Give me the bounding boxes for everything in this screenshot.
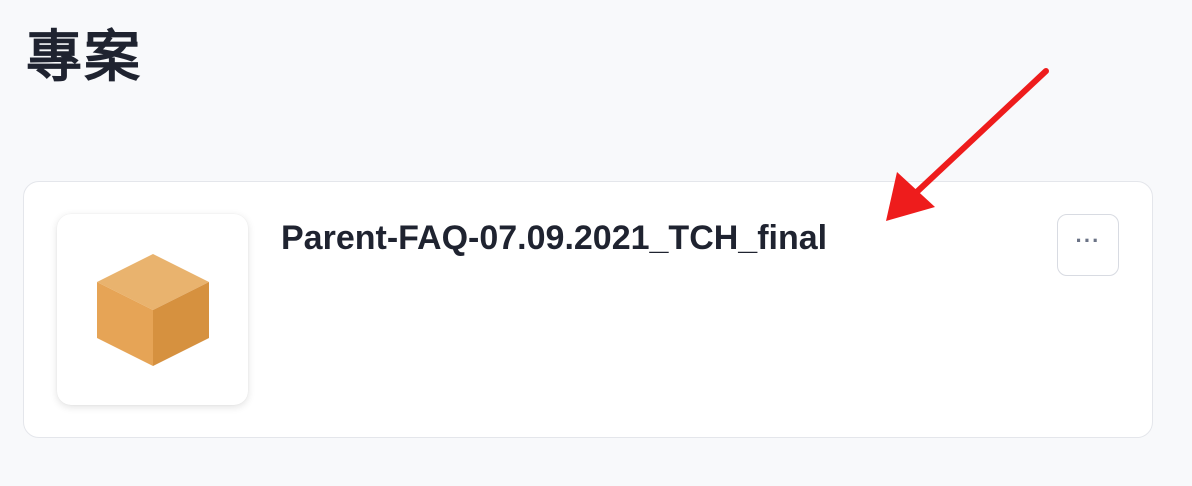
page-title: 專案 — [26, 25, 142, 90]
cube-icon — [97, 254, 209, 366]
more-dots-icon: ··· — [1075, 228, 1101, 253]
project-name-link[interactable]: Parent-FAQ-07.09.2021_TCH_final — [281, 216, 827, 260]
project-card[interactable]: Parent-FAQ-07.09.2021_TCH_final ··· — [23, 181, 1153, 438]
more-options-button[interactable]: ··· — [1057, 214, 1119, 276]
project-thumbnail[interactable] — [57, 214, 248, 405]
